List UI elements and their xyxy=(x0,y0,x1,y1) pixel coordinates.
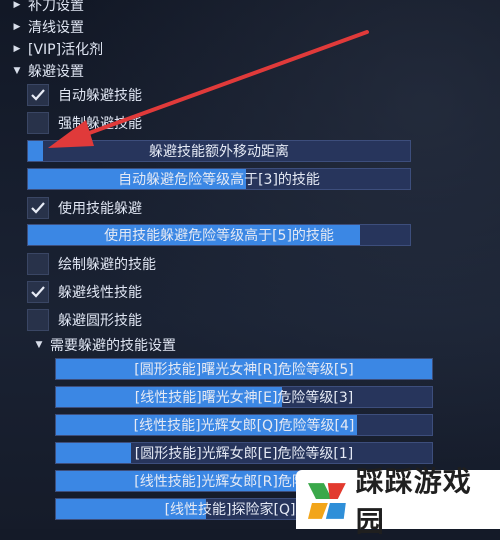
dodge-circular-label: 躲避圆形技能 xyxy=(58,313,142,329)
dodge-linear-checkbox[interactable] xyxy=(27,281,49,303)
chevron-right-icon: ▶ xyxy=(13,22,21,32)
tree-item-label: [VIP]活化剂 xyxy=(28,42,104,58)
dodge-linear-label: 躲避线性技能 xyxy=(58,285,142,301)
tree-item-label: 需要躲避的技能设置 xyxy=(50,338,176,354)
auto-dodge-checkbox[interactable] xyxy=(27,84,49,106)
tree-item-activator[interactable]: ▶ [VIP]活化剂 xyxy=(10,37,104,61)
dodge-circular-checkbox[interactable] xyxy=(27,309,49,331)
checkmark-icon xyxy=(31,202,45,214)
slider-label: 自动躲避危险等级高于[3]的技能 xyxy=(118,172,320,188)
skill-danger-slider[interactable]: [线性技能]光辉女郎[Q]危险等级[4] xyxy=(55,414,433,436)
watermark: 踩踩游戏园 xyxy=(296,465,500,538)
slider-label: [线性技能]光辉女郎[Q]危险等级[4] xyxy=(133,418,355,434)
slider-label: 使用技能躲避危险等级高于[5]的技能 xyxy=(104,228,334,244)
tree-item-skill-list[interactable]: ▼ 需要躲避的技能设置 xyxy=(32,333,176,357)
watermark-logo-icon xyxy=(307,482,346,519)
watermark-text: 踩踩游戏园 xyxy=(355,464,472,538)
skill-danger-slider[interactable]: [圆形技能]曙光女神[R]危险等级[5] xyxy=(55,358,433,380)
chevron-right-icon: ▶ xyxy=(13,44,21,54)
tree-item-lane-clear[interactable]: ▶ 清线设置 xyxy=(10,15,84,39)
checkmark-icon xyxy=(31,286,45,298)
skill-danger-slider[interactable]: [线性技能]曙光女神[E]危险等级[3] xyxy=(55,386,433,408)
slider-label: [线性技能]曙光女神[E]危险等级[3] xyxy=(134,390,354,406)
skill-dodge-label: 使用技能躲避 xyxy=(58,201,142,217)
slider-label: [圆形技能]曙光女神[R]危险等级[5] xyxy=(134,362,354,378)
tree-item-label: 清线设置 xyxy=(28,20,84,36)
force-dodge-checkbox[interactable] xyxy=(27,112,49,134)
tree-item-label: 躲避设置 xyxy=(28,64,84,80)
skill-dodge-danger-slider[interactable]: 使用技能躲避危险等级高于[5]的技能 xyxy=(27,224,411,246)
extra-distance-slider[interactable]: 躲避技能额外移动距离 xyxy=(27,140,411,162)
tree-item-dodge-settings[interactable]: ▼ 躲避设置 xyxy=(10,59,84,83)
chevron-down-icon: ▼ xyxy=(35,340,43,350)
auto-dodge-label: 自动躲避技能 xyxy=(58,88,142,104)
chevron-down-icon: ▼ xyxy=(13,66,21,76)
force-dodge-label: 强制躲避技能 xyxy=(58,116,142,132)
draw-skills-label: 绘制躲避的技能 xyxy=(58,257,156,273)
auto-dodge-danger-slider[interactable]: 自动躲避危险等级高于[3]的技能 xyxy=(27,168,411,190)
slider-label: 躲避技能额外移动距离 xyxy=(149,144,289,160)
checkmark-icon xyxy=(31,89,45,101)
skill-dodge-checkbox[interactable] xyxy=(27,197,49,219)
chevron-right-icon: ▶ xyxy=(13,0,21,10)
draw-skills-checkbox[interactable] xyxy=(27,253,49,275)
tree-item-label: 补刀设置 xyxy=(28,0,84,14)
